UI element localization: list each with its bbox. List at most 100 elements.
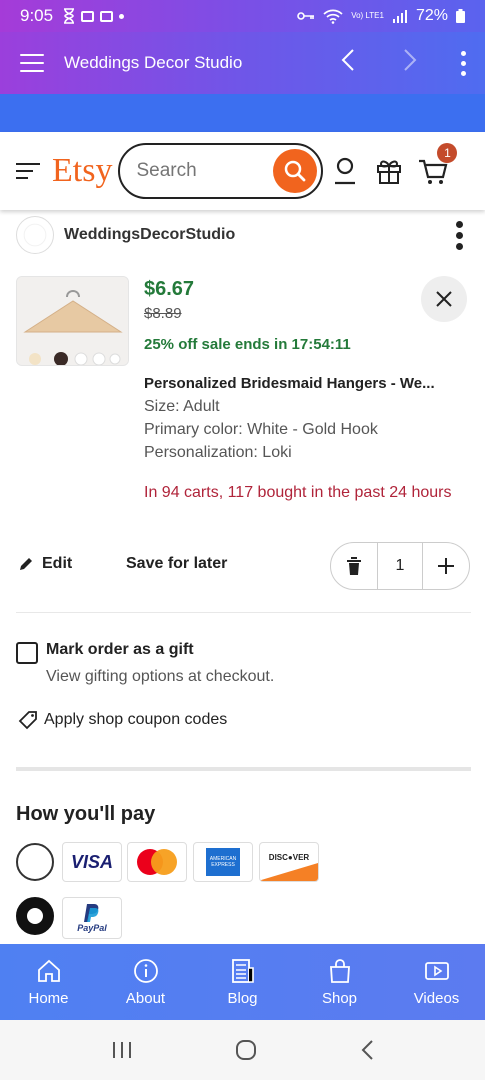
remove-item-button[interactable]: [421, 276, 467, 322]
search-bar: [118, 143, 324, 199]
scarcity-notice: In 94 carts, 117 bought in the past 24 h…: [144, 484, 452, 501]
tab-label: Blog: [227, 989, 258, 1007]
recent-apps-icon[interactable]: [111, 1040, 133, 1060]
payment-title: How you'll pay: [16, 803, 156, 825]
mastercard-card: [127, 842, 187, 882]
discover-card: DISC●VER: [259, 842, 319, 882]
hamburger-icon: [20, 48, 44, 78]
drawer-menu-button[interactable]: [0, 48, 64, 78]
notification-dot-icon: [119, 13, 125, 19]
shop-name[interactable]: WeddingsDecorStudio: [64, 226, 235, 244]
quantity-stepper: 1: [330, 542, 470, 590]
info-icon: [133, 958, 158, 983]
gift-label[interactable]: Mark order as a gift: [46, 641, 194, 659]
edit-button[interactable]: Edit: [18, 555, 72, 573]
chevron-right-icon: [404, 48, 417, 71]
delete-item-button[interactable]: [331, 543, 377, 589]
save-for-later-button[interactable]: Save for later: [126, 555, 227, 573]
home-circle-icon[interactable]: [234, 1038, 258, 1062]
webview-top-strip: [0, 94, 485, 132]
item-title[interactable]: Personalized Bridesmaid Hangers - We...: [144, 375, 435, 392]
hanger-image: [17, 277, 128, 365]
discover-logo: DISC●VER: [268, 852, 310, 862]
etsy-menu-icon[interactable]: [16, 158, 40, 184]
paypal-payment-radio[interactable]: [16, 897, 54, 935]
battery-percent: 72%: [415, 7, 448, 24]
item-original-price: $8.89: [144, 305, 182, 322]
cart-button[interactable]: 1: [411, 143, 458, 185]
forward-button[interactable]: [379, 48, 441, 79]
message-icon: [100, 10, 114, 22]
tab-blog[interactable]: Blog: [194, 944, 291, 1020]
item-thumbnail[interactable]: [16, 276, 129, 366]
shop-avatar[interactable]: [16, 216, 54, 254]
cart-count-badge: 1: [437, 143, 458, 163]
plus-icon: [438, 558, 454, 574]
trash-icon: [347, 557, 361, 575]
system-navigation-bar: [0, 1020, 485, 1080]
account-button[interactable]: [323, 157, 367, 185]
item-price: $6.67: [144, 278, 195, 300]
search-input[interactable]: [136, 160, 267, 182]
app-title: Weddings Decor Studio: [64, 53, 243, 72]
quantity-value[interactable]: 1: [377, 543, 423, 589]
tab-label: About: [125, 989, 166, 1007]
chevron-left-icon: [341, 48, 354, 71]
apply-coupon-button[interactable]: Apply shop coupon codes: [18, 710, 227, 730]
edit-label: Edit: [42, 555, 73, 572]
search-icon: [285, 160, 306, 182]
bag-icon: [329, 958, 350, 983]
amex-logo: AMERICAN EXPRESS: [206, 848, 240, 876]
tab-home[interactable]: Home: [0, 944, 97, 1020]
video-icon: [424, 961, 449, 980]
key-icon: [297, 12, 315, 20]
tab-label: Shop: [321, 989, 358, 1007]
gift-icon: [377, 160, 402, 184]
card-payment-radio[interactable]: [16, 843, 54, 881]
item-personalization: Personalization: Loki: [144, 444, 292, 461]
tab-shop[interactable]: Shop: [291, 944, 388, 1020]
more-options-button[interactable]: [441, 50, 485, 76]
shop-header: WeddingsDecorStudio: [16, 212, 471, 258]
section-divider: [16, 767, 471, 771]
hourglass-icon: [64, 8, 75, 24]
divider: [16, 612, 471, 613]
image-icon: [81, 10, 95, 22]
tag-icon: [18, 711, 37, 730]
tab-about[interactable]: About: [97, 944, 194, 1020]
tab-label: Home: [28, 989, 69, 1007]
sale-banner: 25% off sale ends in 17:54:11: [144, 336, 351, 353]
coupon-label: Apply shop coupon codes: [44, 711, 228, 728]
increase-quantity-button[interactable]: [423, 543, 469, 589]
gift-subtext: View gifting options at checkout.: [46, 668, 275, 685]
close-icon: [436, 291, 452, 307]
system-back-icon[interactable]: [360, 1039, 374, 1061]
paypal-logo: PayPal: [77, 923, 107, 933]
bottom-tab-bar: Home About Blog Shop Videos: [0, 944, 485, 1020]
back-button[interactable]: [317, 48, 379, 79]
user-icon: [335, 157, 356, 185]
gift-button[interactable]: [367, 157, 411, 185]
home-icon: [37, 959, 60, 982]
mastercard-logo: [137, 849, 177, 875]
amex-card: AMERICAN EXPRESS: [193, 842, 253, 882]
notification-icons: [63, 8, 125, 24]
search-button[interactable]: [273, 149, 318, 193]
wifi-icon: [323, 9, 343, 24]
paypal-card: PayPal: [62, 897, 122, 939]
tab-label: Videos: [413, 989, 460, 1007]
status-time: 9:05: [20, 6, 54, 25]
tab-videos[interactable]: Videos: [388, 944, 485, 1020]
status-bar: 9:05 Vo) LTE1 72%: [0, 0, 485, 32]
etsy-header: Etsy 1: [0, 132, 485, 210]
app-bar: Weddings Decor Studio: [0, 32, 485, 94]
item-size: Size: Adult: [144, 398, 220, 415]
gift-checkbox[interactable]: [16, 642, 38, 664]
newspaper-icon: [231, 958, 254, 983]
shop-options-button[interactable]: [447, 220, 471, 250]
item-color: Primary color: White - Gold Hook: [144, 421, 378, 438]
paypal-p-icon: [84, 904, 99, 922]
etsy-logo[interactable]: Etsy: [52, 152, 112, 190]
battery-icon: [456, 9, 465, 23]
signal-icon: [392, 10, 407, 23]
